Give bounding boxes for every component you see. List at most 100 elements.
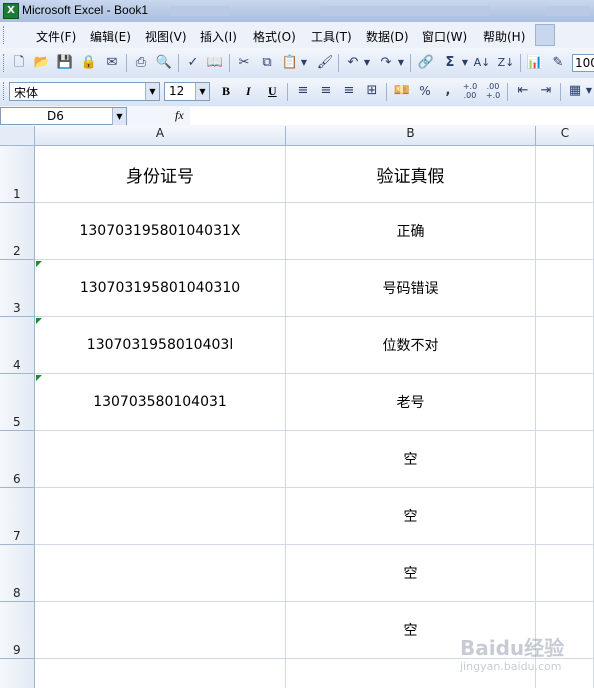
cell-a5[interactable]: 130703580104031	[35, 374, 286, 431]
row-header[interactable]: 6	[0, 431, 35, 488]
cell-b5[interactable]: 老号	[286, 374, 536, 431]
menu-view[interactable]: 视图(V)	[145, 28, 187, 45]
paste-dropdown-icon[interactable]: ▼	[299, 54, 309, 72]
align-center-icon[interactable]: ≡	[317, 82, 335, 100]
cell-b3[interactable]: 号码错误	[286, 260, 536, 317]
cut-icon[interactable]: ✂	[235, 54, 253, 72]
cell-b8[interactable]: 空	[286, 545, 536, 602]
align-right-icon[interactable]: ≡	[340, 82, 358, 100]
chevron-down-icon[interactable]: ▼	[195, 83, 209, 100]
cell-a10[interactable]	[35, 659, 286, 688]
merge-center-icon[interactable]: ⊞	[363, 82, 381, 100]
drawing-icon[interactable]: ✎	[549, 54, 567, 72]
menu-data[interactable]: 数据(D)	[366, 28, 409, 45]
redo-icon[interactable]: ↷	[377, 54, 395, 72]
row-header[interactable]: 4	[0, 317, 35, 374]
decrease-indent-icon[interactable]: ⇤	[514, 82, 532, 100]
help-icon[interactable]	[535, 24, 555, 46]
row-header[interactable]: 8	[0, 545, 35, 602]
menu-window[interactable]: 窗口(W)	[422, 28, 467, 45]
redo-dropdown-icon[interactable]: ▼	[396, 54, 406, 72]
cell-a6[interactable]	[35, 431, 286, 488]
formula-input[interactable]	[190, 107, 594, 125]
cell-b6[interactable]: 空	[286, 431, 536, 488]
comma-button[interactable]: ,	[439, 82, 457, 100]
increase-decimal-button[interactable]: +.0 .00	[461, 82, 479, 100]
column-header-c[interactable]: C	[536, 126, 594, 146]
cell-c8[interactable]	[536, 545, 594, 602]
row-header[interactable]: 7	[0, 488, 35, 545]
cell-a2[interactable]: 13070319580104031X	[35, 203, 286, 260]
row-header[interactable]: 5	[0, 374, 35, 431]
cell-b4[interactable]: 位数不对	[286, 317, 536, 374]
menu-tools[interactable]: 工具(T)	[311, 28, 352, 45]
cell-a8[interactable]	[35, 545, 286, 602]
row-header[interactable]: 1	[0, 146, 35, 203]
chevron-down-icon[interactable]: ▼	[112, 108, 126, 125]
font-name-select[interactable]: 宋体 ▼	[9, 82, 160, 101]
zoom-box[interactable]: 100	[572, 54, 594, 72]
font-size-select[interactable]: 12 ▼	[164, 82, 210, 101]
menu-edit[interactable]: 编辑(E)	[90, 28, 131, 45]
row-header[interactable]	[0, 659, 35, 688]
cell-a3[interactable]: 130703195801040310	[35, 260, 286, 317]
hyperlink-icon[interactable]: 🔗	[417, 54, 435, 72]
cell-b1[interactable]: 验证真假	[286, 146, 536, 203]
row-header[interactable]: 2	[0, 203, 35, 260]
error-indicator-icon[interactable]	[36, 375, 42, 381]
print-icon[interactable]: ⎙	[132, 54, 150, 72]
cell-c6[interactable]	[536, 431, 594, 488]
toolbar-grip[interactable]	[3, 54, 7, 72]
permission-icon[interactable]: 🔒	[80, 54, 98, 72]
cell-c1[interactable]	[536, 146, 594, 203]
row-header[interactable]: 3	[0, 260, 35, 317]
cell-a7[interactable]	[35, 488, 286, 545]
autosum-icon[interactable]: Σ	[441, 54, 459, 72]
row-header[interactable]: 9	[0, 602, 35, 659]
undo-icon[interactable]: ↶	[344, 54, 362, 72]
name-box[interactable]: D6 ▼	[0, 107, 127, 125]
copy-icon[interactable]: ⧉	[258, 54, 276, 72]
save-icon[interactable]: 💾	[56, 54, 74, 72]
email-icon[interactable]: ✉	[103, 54, 121, 72]
menu-format[interactable]: 格式(O)	[253, 28, 296, 45]
currency-icon[interactable]: 💴	[393, 82, 411, 100]
cell-c7[interactable]	[536, 488, 594, 545]
insert-function-icon[interactable]: fx	[175, 108, 184, 123]
sort-descending-icon[interactable]: Z↓	[497, 54, 515, 72]
select-all-corner[interactable]	[0, 126, 35, 146]
menu-insert[interactable]: 插入(I)	[200, 28, 237, 45]
column-header-a[interactable]: A	[35, 126, 286, 146]
cell-c4[interactable]	[536, 317, 594, 374]
cell-b2[interactable]: 正确	[286, 203, 536, 260]
research-icon[interactable]: 📖	[206, 54, 224, 72]
underline-button[interactable]: U	[268, 84, 277, 99]
decrease-decimal-button[interactable]: .00 +.0	[484, 82, 502, 100]
percent-button[interactable]: %	[416, 82, 434, 100]
cell-c2[interactable]	[536, 203, 594, 260]
toolbar-grip[interactable]	[3, 82, 7, 100]
spelling-icon[interactable]: ✓	[184, 54, 202, 72]
chart-wizard-icon[interactable]: 📊	[526, 54, 544, 72]
italic-button[interactable]: I	[246, 84, 251, 99]
chevron-down-icon[interactable]: ▼	[145, 83, 159, 100]
increase-indent-icon[interactable]: ⇥	[537, 82, 555, 100]
cell-c3[interactable]	[536, 260, 594, 317]
undo-dropdown-icon[interactable]: ▼	[362, 54, 372, 72]
cell-b7[interactable]: 空	[286, 488, 536, 545]
align-left-icon[interactable]: ≡	[294, 82, 312, 100]
borders-icon[interactable]: ▦	[566, 82, 584, 100]
toolbar-grip[interactable]	[3, 26, 7, 44]
open-icon[interactable]: 📂	[33, 54, 51, 72]
borders-dropdown-icon[interactable]: ▼	[584, 82, 594, 100]
menu-file[interactable]: 文件(F)	[36, 28, 76, 45]
excel-app-icon[interactable]: X	[3, 3, 19, 19]
bold-button[interactable]: B	[222, 84, 230, 99]
paste-icon[interactable]: 📋	[281, 54, 299, 72]
cell-a4[interactable]: 1307031958010403l	[35, 317, 286, 374]
column-header-b[interactable]: B	[286, 126, 536, 146]
menu-help[interactable]: 帮助(H)	[483, 28, 525, 45]
sort-ascending-icon[interactable]: A↓	[473, 54, 491, 72]
cell-a9[interactable]	[35, 602, 286, 659]
error-indicator-icon[interactable]	[36, 261, 42, 267]
